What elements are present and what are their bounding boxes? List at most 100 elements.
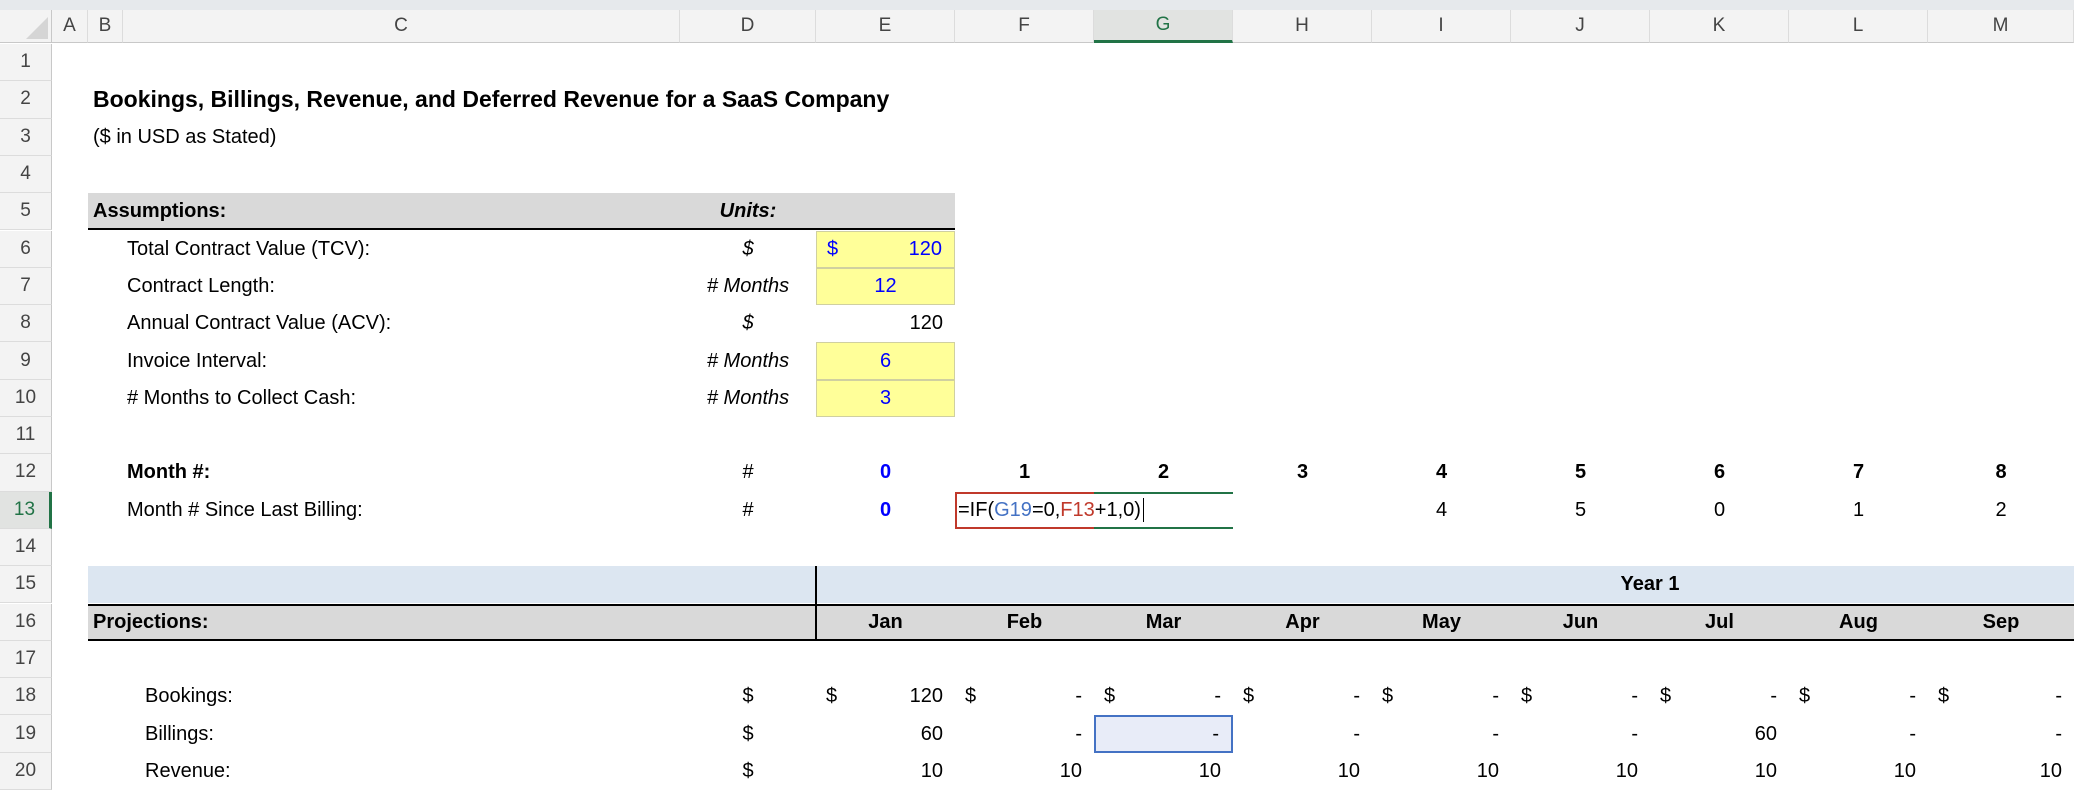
projection-unit: $ (742, 685, 754, 708)
row-header-10[interactable]: 10 (0, 379, 52, 417)
projection-cell[interactable]: 60 (816, 715, 955, 752)
column-header-e[interactable]: E (816, 10, 955, 43)
projection-value: 60 (1754, 722, 1777, 745)
projection-cell[interactable]: $ - (1372, 678, 1511, 715)
assumption-value-cell[interactable]: 12 (816, 267, 955, 306)
projection-cell[interactable]: - (1789, 715, 1928, 752)
assumption-label: Invoice Interval: (127, 349, 268, 372)
projection-value: 10 (1059, 759, 1082, 782)
assumption-value-cell[interactable]: 120 (816, 305, 955, 342)
projection-cell[interactable]: $ - (1650, 678, 1789, 715)
column-header-a[interactable]: A (52, 10, 88, 43)
projection-value: 10 (1476, 759, 1499, 782)
assumption-unit: # Months (706, 274, 790, 297)
row-header-19[interactable]: 19 (0, 715, 52, 753)
row-header-4[interactable]: 4 (0, 155, 52, 194)
projection-cell[interactable]: $120 (816, 678, 955, 715)
column-header-f[interactable]: F (955, 10, 1094, 43)
row-header-7[interactable]: 7 (0, 267, 52, 306)
since-billing-cell[interactable]: 0 (1650, 492, 1789, 529)
projection-cell[interactable]: $ - (1094, 678, 1233, 715)
currency-symbol: $ (826, 685, 838, 708)
projection-value: 120 (909, 685, 943, 708)
row-header-20[interactable]: 20 (0, 752, 52, 790)
month-number-cell[interactable]: 2 (1094, 454, 1233, 491)
projection-cell[interactable]: - (1928, 715, 2074, 752)
row-header-6[interactable]: 6 (0, 230, 52, 268)
row-header-2[interactable]: 2 (0, 81, 52, 119)
since-billing-cell[interactable]: 1 (1789, 492, 1928, 529)
assumption-value: 3 (879, 386, 892, 409)
projection-cell[interactable]: 10 (955, 753, 1094, 790)
projection-cell[interactable]: 60 (1650, 715, 1789, 752)
row-header-1[interactable]: 1 (0, 44, 52, 82)
projection-cell[interactable]: $ - (955, 678, 1094, 715)
projection-cell[interactable]: - (1372, 715, 1511, 752)
projection-cell[interactable]: 10 (1233, 753, 1372, 790)
column-header-l[interactable]: L (1789, 10, 1928, 43)
formula-text: =0, (1031, 498, 1061, 521)
projection-cell[interactable]: 10 (1928, 753, 2074, 790)
month-number-cell[interactable]: 4 (1372, 454, 1511, 491)
projection-cell[interactable]: 10 (1789, 753, 1928, 790)
projection-cell[interactable]: $ - (1928, 678, 2074, 715)
row-header-14[interactable]: 14 (0, 528, 52, 567)
since-billing-label: Month # Since Last Billing: (127, 498, 363, 521)
assumption-unit: $ (742, 237, 754, 260)
row-header-16[interactable]: 16 (0, 603, 52, 641)
projection-cell[interactable]: 10 (1094, 753, 1233, 790)
month-number-cell[interactable]: 5 (1511, 454, 1650, 491)
column-header-b[interactable]: B (88, 10, 123, 43)
row-header-9[interactable]: 9 (0, 342, 52, 380)
column-header-m[interactable]: M (1928, 10, 2074, 43)
since-billing-cell[interactable]: 0 (816, 492, 955, 529)
month-header: Mar (1145, 610, 1182, 633)
row-header-11[interactable]: 11 (0, 417, 52, 455)
month-number-cell[interactable]: 7 (1789, 454, 1928, 491)
projection-cell[interactable]: - (1511, 715, 1650, 752)
column-header-i[interactable]: I (1372, 10, 1511, 43)
projection-cell[interactable]: - (955, 715, 1094, 752)
projection-cell[interactable]: $ - (1789, 678, 1928, 715)
column-header-d[interactable]: D (680, 10, 816, 43)
projection-cell[interactable]: - (1233, 715, 1372, 752)
page-title: Bookings, Billings, Revenue, and Deferre… (93, 86, 890, 113)
month-header: Aug (1839, 610, 1878, 633)
row-header-15[interactable]: 15 (0, 566, 52, 604)
row-header-17[interactable]: 17 (0, 640, 52, 679)
month-number-cell[interactable]: 3 (1233, 454, 1372, 491)
projection-label: Billings: (145, 722, 214, 745)
projection-cell[interactable]: 10 (816, 753, 955, 790)
projection-cell[interactable]: 10 (1650, 753, 1789, 790)
row-header-8[interactable]: 8 (0, 305, 52, 343)
row-header-12[interactable]: 12 (0, 454, 52, 492)
month-number-cell[interactable]: 1 (955, 454, 1094, 491)
column-header-c[interactable]: C (123, 10, 680, 43)
month-number-cell[interactable]: 8 (1928, 454, 2074, 491)
month-number-cell[interactable]: 6 (1650, 454, 1789, 491)
row-header-18[interactable]: 18 (0, 678, 52, 716)
assumption-value-cell[interactable]: 6 (816, 342, 955, 380)
since-billing-cell[interactable]: 4 (1372, 492, 1511, 529)
formula-edit-text[interactable]: =IF(G19 =0, F13 +1,0) (958, 494, 1144, 526)
row-header-13[interactable]: 13 (0, 491, 52, 529)
row-header-5[interactable]: 5 (0, 193, 52, 231)
projection-cell[interactable]: 10 (1372, 753, 1511, 790)
projection-cell[interactable]: $ - (1511, 678, 1650, 715)
since-billing-cell[interactable]: 5 (1511, 492, 1650, 529)
projection-value: - (1909, 722, 1916, 745)
column-header-k[interactable]: K (1650, 10, 1789, 43)
since-billing-cell[interactable]: 2 (1928, 492, 2074, 529)
assumption-value-cell[interactable]: 3 (816, 379, 955, 417)
column-header-j[interactable]: J (1511, 10, 1650, 43)
column-header-h[interactable]: H (1233, 10, 1372, 43)
row-header-3[interactable]: 3 (0, 118, 52, 156)
reference-box-g19[interactable]: - (1094, 715, 1233, 753)
column-header-g[interactable]: G (1094, 10, 1233, 43)
month-number-cell[interactable]: 0 (816, 454, 955, 491)
projection-cell[interactable]: 10 (1511, 753, 1650, 790)
projection-cell[interactable]: $ - (1233, 678, 1372, 715)
assumption-value-cell[interactable]: $120 (816, 230, 955, 268)
select-all-button[interactable] (0, 10, 52, 43)
formula-reference: F13 (1060, 498, 1095, 521)
